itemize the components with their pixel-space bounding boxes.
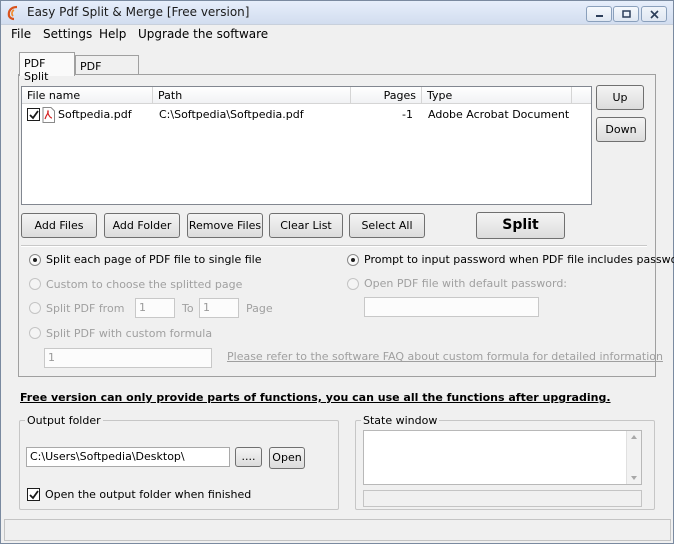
file-list-header: File name Path Pages Type xyxy=(22,87,591,104)
maximize-button[interactable] xyxy=(613,6,639,22)
state-scrollbar[interactable] xyxy=(626,431,641,484)
column-type[interactable]: Type xyxy=(422,87,572,104)
title-bar: Easy Pdf Split & Merge [Free version] xyxy=(1,1,673,25)
open-when-finished-checkbox[interactable] xyxy=(27,488,40,501)
split-range-radio[interactable] xyxy=(29,302,41,314)
check-icon xyxy=(29,490,39,500)
minimize-button[interactable] xyxy=(586,6,612,22)
move-down-button[interactable]: Down xyxy=(596,117,646,142)
split-each-page-radio[interactable] xyxy=(29,254,41,266)
default-password-input[interactable] xyxy=(364,297,539,317)
app-window: Easy Pdf Split & Merge [Free version] Fi… xyxy=(0,0,674,544)
progress-bar xyxy=(363,490,642,507)
file-list[interactable]: File name Path Pages Type Softpedia.pdf … xyxy=(21,86,592,205)
window-title: Easy Pdf Split & Merge [Free version] xyxy=(27,5,250,19)
file-type-cell: Adobe Acrobat Document xyxy=(428,108,570,121)
output-path-input[interactable]: C:\Users\Softpedia\Desktop\ xyxy=(26,447,230,467)
add-files-button[interactable]: Add Files xyxy=(21,213,97,238)
page-label: Page xyxy=(246,302,273,315)
tab-pdf-merge[interactable]: PDF Merge xyxy=(75,55,139,86)
custom-choose-label: Custom to choose the splitted page xyxy=(46,278,243,291)
add-folder-button[interactable]: Add Folder xyxy=(104,213,180,238)
browse-folder-button[interactable]: .... xyxy=(235,447,262,467)
custom-formula-radio[interactable] xyxy=(29,327,41,339)
tab-pdf-split[interactable]: PDF Split xyxy=(19,52,75,83)
menu-settings[interactable]: Settings xyxy=(43,27,92,41)
file-row[interactable]: Softpedia.pdf C:\Softpedia\Softpedia.pdf… xyxy=(22,106,591,124)
output-folder-title: Output folder xyxy=(25,414,103,427)
scroll-up-icon xyxy=(631,435,637,439)
split-from-label: Split PDF from xyxy=(46,302,125,315)
from-page-input[interactable]: 1 xyxy=(135,298,175,318)
custom-choose-radio[interactable] xyxy=(29,278,41,290)
split-each-page-label: Split each page of PDF file to single fi… xyxy=(46,253,262,266)
minimize-icon xyxy=(596,15,603,17)
clear-list-button[interactable]: Clear List xyxy=(269,213,343,238)
prompt-password-radio[interactable] xyxy=(347,254,359,266)
app-icon xyxy=(7,5,18,21)
split-button[interactable]: Split xyxy=(476,212,565,239)
default-password-label: Open PDF file with default password: xyxy=(364,277,568,290)
menu-help[interactable]: Help xyxy=(99,27,126,41)
file-path-cell: C:\Softpedia\Softpedia.pdf xyxy=(159,108,304,121)
prompt-password-label: Prompt to input password when PDF file i… xyxy=(364,253,674,266)
file-name-cell: Softpedia.pdf xyxy=(58,108,132,121)
default-password-radio[interactable] xyxy=(347,278,359,290)
custom-formula-input[interactable]: 1 xyxy=(44,348,212,368)
column-file-name[interactable]: File name xyxy=(22,87,153,104)
status-bar xyxy=(4,519,671,541)
remove-files-button[interactable]: Remove Files xyxy=(187,213,263,238)
formula-faq-link[interactable]: Please refer to the software FAQ about c… xyxy=(227,350,663,363)
close-icon xyxy=(650,10,659,19)
file-row-checkbox[interactable] xyxy=(27,108,40,121)
column-path[interactable]: Path xyxy=(153,87,351,104)
maximize-icon xyxy=(622,10,631,18)
to-page-input[interactable]: 1 xyxy=(199,298,239,318)
state-window-title: State window xyxy=(361,414,440,427)
menu-file[interactable]: File xyxy=(11,27,31,41)
menu-upgrade[interactable]: Upgrade the software xyxy=(138,27,268,41)
state-log-area[interactable] xyxy=(363,430,642,485)
column-pages[interactable]: Pages xyxy=(351,87,422,104)
custom-formula-label: Split PDF with custom formula xyxy=(46,327,213,340)
pdf-file-icon xyxy=(42,107,55,123)
open-when-finished-label: Open the output folder when finished xyxy=(45,488,252,501)
menu-bar: File Settings Help Upgrade the software xyxy=(1,25,673,44)
options-separator xyxy=(21,245,647,247)
check-icon xyxy=(29,110,39,120)
select-all-button[interactable]: Select All xyxy=(349,213,425,238)
file-pages-cell: -1 xyxy=(402,108,413,121)
to-label: To xyxy=(182,302,194,315)
upgrade-notice: Free version can only provide parts of f… xyxy=(20,391,611,404)
close-button[interactable] xyxy=(641,6,667,22)
open-folder-button[interactable]: Open xyxy=(269,447,305,469)
tab-pdf-split-label: PDF Split xyxy=(24,57,49,83)
scroll-down-icon xyxy=(631,476,637,480)
move-up-button[interactable]: Up xyxy=(596,85,644,110)
